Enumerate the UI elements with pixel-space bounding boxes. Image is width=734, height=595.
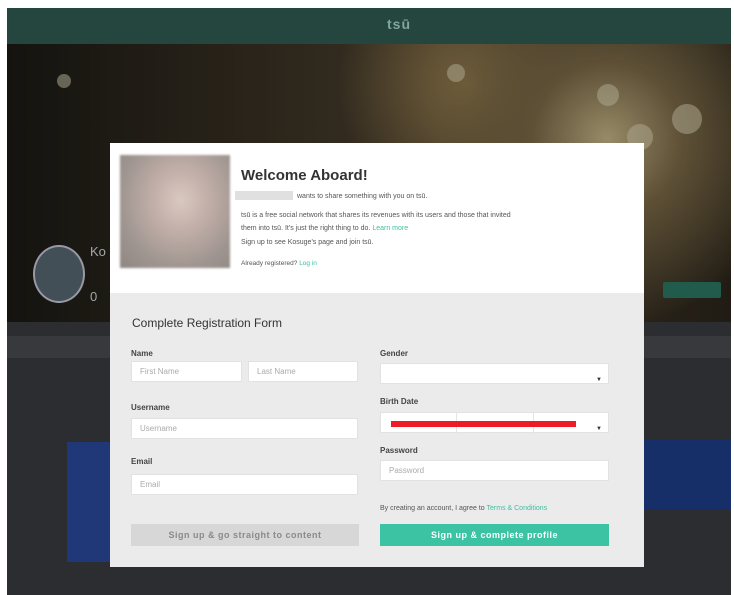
email-input[interactable]: Email xyxy=(131,474,358,495)
chevron-down-icon: ▼ xyxy=(596,377,602,383)
signup-prompt: Sign up to see Kosuge's page and join ts… xyxy=(241,239,374,246)
last-name-input[interactable]: Last Name xyxy=(248,361,358,382)
password-input[interactable]: Password xyxy=(380,460,609,481)
terms-agreement: By creating an account, I agree to Terms… xyxy=(380,505,547,512)
signup-complete-profile-button[interactable]: Sign up & complete profile xyxy=(380,524,609,546)
welcome-title: Welcome Aboard! xyxy=(241,167,368,184)
password-label: Password xyxy=(380,446,418,455)
modal-header: Welcome Aboard! wants to share something… xyxy=(110,143,644,293)
form-title: Complete Registration Form xyxy=(132,316,283,330)
login-link[interactable]: Log in xyxy=(299,260,317,267)
tsu-logo[interactable]: tsū xyxy=(387,16,411,32)
sharer-avatar xyxy=(120,155,230,268)
signup-content-button[interactable]: Sign up & go straight to content xyxy=(131,524,359,546)
birthdate-label: Birth Date xyxy=(380,397,419,406)
first-name-input[interactable]: First Name xyxy=(131,361,242,382)
chevron-down-icon: ▼ xyxy=(596,426,602,432)
registration-modal: Welcome Aboard! wants to share something… xyxy=(110,143,644,567)
description-text: them into tsū. It's just the right thing… xyxy=(241,225,371,232)
description-line-1: tsū is a free social network that shares… xyxy=(241,212,511,219)
gender-label: Gender xyxy=(380,349,409,358)
redacted-birthdate xyxy=(391,421,576,427)
birthdate-select-group[interactable]: ▼ xyxy=(380,412,609,434)
share-text: wants to share something with you on tsū… xyxy=(297,193,428,200)
redacted-sharer-name xyxy=(235,191,293,200)
already-registered-text: Already registered? xyxy=(241,260,298,267)
email-label: Email xyxy=(131,457,153,466)
username-input[interactable]: Username xyxy=(131,418,358,439)
terms-text: By creating an account, I agree to xyxy=(380,505,485,512)
description-line-2: them into tsū. It's just the right thing… xyxy=(241,225,408,232)
gender-select[interactable]: ▼ xyxy=(380,363,609,384)
terms-link[interactable]: Terms & Conditions xyxy=(487,505,548,512)
learn-more-link[interactable]: Learn more xyxy=(372,225,408,232)
already-registered-line: Already registered? Log in xyxy=(241,260,317,267)
top-navigation-bar: tsū xyxy=(7,8,731,44)
username-label: Username xyxy=(131,403,170,412)
name-label: Name xyxy=(131,349,153,358)
